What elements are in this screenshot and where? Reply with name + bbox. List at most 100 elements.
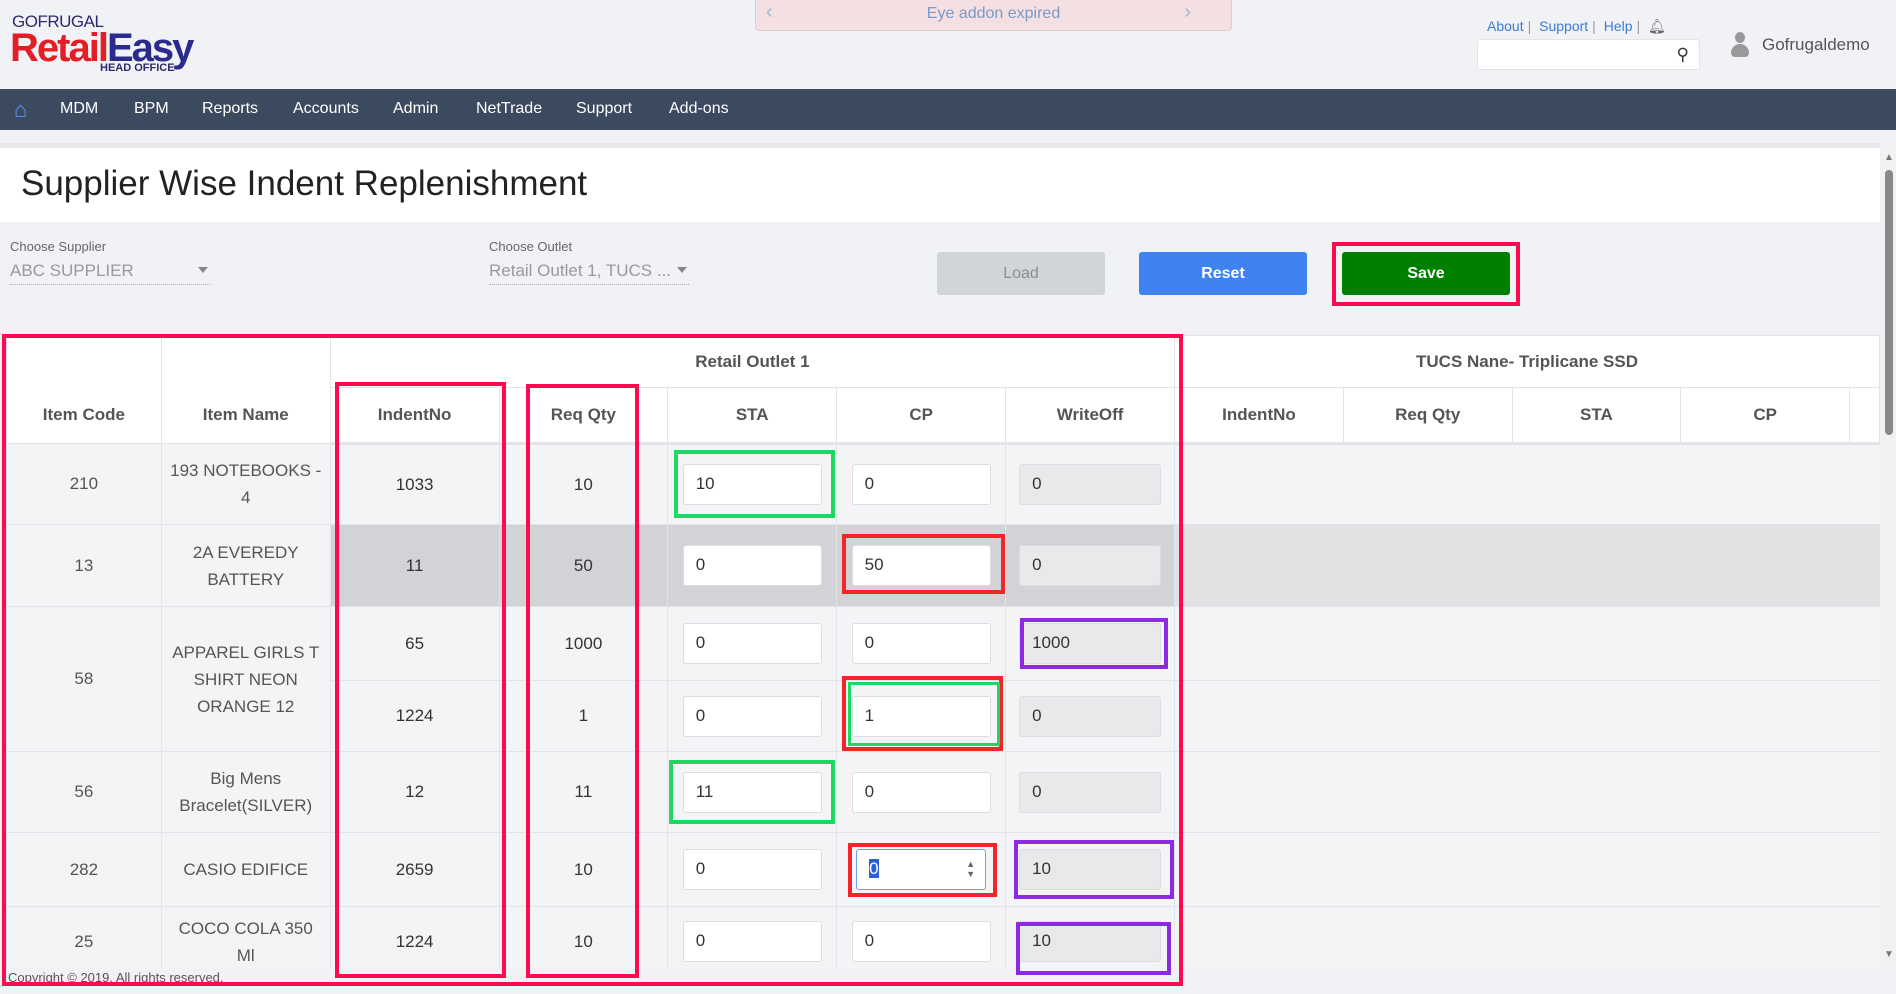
chevron-left-icon[interactable]: ‹ [766, 0, 773, 26]
empty-cell [1680, 606, 1850, 681]
item-name: 2A EVEREDY BATTERY [160, 524, 331, 607]
nav-reports[interactable]: Reports [202, 100, 258, 118]
indent-table: Item Code Item Name Retail Outlet 1 TUCS… [6, 335, 1880, 968]
scrollbar-thumb[interactable] [1885, 170, 1893, 435]
empty-cell [1174, 751, 1344, 833]
sta-input-cell: 11 [667, 751, 838, 833]
col-req-qty: Req Qty [1342, 387, 1513, 445]
req-qty: 10 [498, 906, 669, 968]
cp-input-cell: 0 [836, 906, 1007, 968]
sta-input[interactable]: 0 [682, 849, 822, 890]
cp-input[interactable]: ▲ ▼ 0 [856, 849, 987, 890]
table-row: 25 COCO COLA 350 Ml 1224 10 0 0 10 [6, 906, 1880, 968]
sta-input[interactable]: 10 [682, 464, 822, 505]
spinner-icon[interactable]: ▲ ▼ [966, 859, 975, 879]
cp-input[interactable]: 0 [851, 921, 991, 962]
req-qty: 10 [498, 832, 669, 907]
user-menu[interactable]: Gofrugaldemo [1730, 32, 1870, 58]
empty-cell [1680, 832, 1850, 907]
indent-no: 1033 [329, 443, 500, 525]
sta-input[interactable]: 0 [682, 623, 822, 664]
search-input[interactable]: ⚲ [1477, 39, 1700, 70]
input-value: 10 [695, 474, 715, 493]
table-row: 282 CASIO EDIFICE 2659 10 0 ▲ ▼ 0 10 [6, 832, 1880, 907]
nav-bpm[interactable]: BPM [134, 100, 169, 118]
empty-cell [1174, 524, 1344, 607]
empty-cell [1174, 606, 1344, 681]
sta-input-cell: 0 [667, 906, 838, 968]
nav-mdm[interactable]: MDM [60, 100, 98, 118]
empty-cell [1174, 443, 1344, 525]
cp-input[interactable]: 50 [851, 545, 991, 586]
avatar [1730, 32, 1750, 58]
writeoff-input-cell: 1000 [1005, 606, 1176, 681]
col-indentno: IndentNo [1174, 387, 1344, 445]
header-links: About | Support | Help | 🔔︎ [1487, 18, 1666, 34]
cp-input[interactable]: 0 [851, 623, 991, 664]
outlet-label: Choose Outlet [489, 239, 573, 254]
writeoff-input-cell: 0 [1005, 751, 1176, 833]
empty-cell [1512, 906, 1681, 968]
sta-input-cell: 0 [667, 680, 838, 752]
writeoff-input-cell: 0 [1005, 443, 1176, 525]
about-link[interactable]: About [1487, 18, 1524, 34]
chevron-right-icon[interactable]: › [1184, 0, 1191, 26]
col-cp: CP [1680, 387, 1850, 445]
empty-cell [1174, 832, 1344, 907]
search-icon[interactable]: ⚲ [1677, 45, 1689, 65]
save-button[interactable]: Save [1342, 252, 1510, 295]
help-link[interactable]: Help [1604, 18, 1633, 34]
table-row: 56 Big Mens Bracelet(SILVER) 12 11 11 0 0 [6, 751, 1880, 833]
cp-input-cell: 0 [836, 751, 1007, 833]
table-row: 210 193 NOTEBOOKS - 4 1033 10 10 0 0 [6, 443, 1880, 525]
reset-button[interactable]: Reset [1139, 252, 1307, 295]
nav-addons[interactable]: Add-ons [669, 100, 729, 118]
col-writeoff: WriteOff [1005, 387, 1176, 445]
sta-input[interactable]: 0 [682, 695, 822, 737]
writeoff-input: 0 [1019, 464, 1162, 505]
scrollbar[interactable]: ▲ ▼ [1882, 148, 1896, 968]
item-code: 210 [6, 443, 162, 525]
input-value: 0 [695, 705, 706, 725]
cp-input[interactable]: 0 [851, 464, 991, 505]
banner-text: Eye addon expired [926, 5, 1061, 22]
writeoff-input: 10 [1019, 849, 1162, 890]
col-item-name: Item Name [160, 335, 331, 444]
cp-input[interactable]: 1 [851, 695, 991, 737]
input-value: 0 [1032, 705, 1042, 725]
input-value: 0 [695, 931, 706, 950]
empty-cell [1512, 751, 1681, 833]
input-value: 0 [864, 633, 875, 652]
indent-no: 11 [329, 524, 500, 607]
nav-accounts[interactable]: Accounts [293, 100, 359, 118]
col-item-code: Item Code [6, 335, 162, 444]
cp-input-cell: 50 [836, 524, 1007, 607]
empty-cell [1849, 751, 1880, 833]
bell-icon[interactable]: 🔔︎ [1648, 18, 1666, 34]
outlet-select[interactable]: Retail Outlet 1, TUCS ... [489, 259, 689, 285]
caret-down-icon [198, 267, 208, 273]
indent-no: 1224 [329, 906, 500, 968]
item-code: 58 [6, 606, 162, 752]
writeoff-input: 10 [1019, 921, 1162, 962]
nav-admin[interactable]: Admin [393, 100, 438, 118]
support-link[interactable]: Support [1539, 18, 1588, 34]
home-icon[interactable]: ⌂ [14, 97, 27, 123]
cp-input[interactable]: 0 [851, 771, 991, 813]
req-qty: 1 [498, 680, 669, 752]
nav-support[interactable]: Support [576, 100, 632, 118]
input-value: 1000 [1032, 633, 1070, 652]
sta-input[interactable]: 0 [682, 921, 822, 962]
input-value: 0 [695, 555, 706, 574]
sta-input[interactable]: 0 [682, 545, 822, 586]
empty-cell [1343, 680, 1513, 752]
cp-input-cell: 0 [836, 443, 1007, 525]
writeoff-input-cell: 10 [1005, 906, 1176, 968]
writeoff-input-cell: 0 [1005, 524, 1176, 607]
load-button[interactable]: Load [937, 252, 1105, 295]
supplier-select[interactable]: ABC SUPPLIER [10, 259, 210, 285]
sta-input[interactable]: 11 [682, 771, 822, 813]
nav-nettrade[interactable]: NetTrade [476, 100, 542, 118]
item-name: 193 NOTEBOOKS - 4 [160, 443, 331, 525]
caret-down-icon [677, 267, 687, 273]
